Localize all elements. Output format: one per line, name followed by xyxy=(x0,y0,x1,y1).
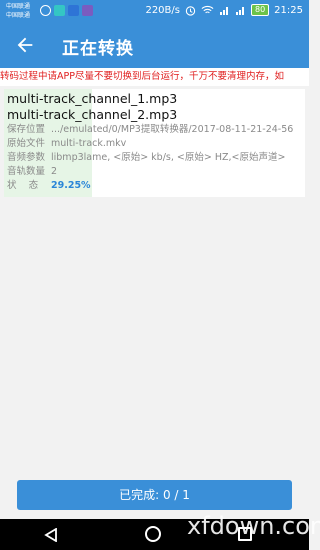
battery-icon: 80 xyxy=(250,4,270,16)
page-title: 正在转换 xyxy=(62,39,134,59)
notification-icons xyxy=(40,5,93,16)
audio-params-row: 音频参数 libmp3lame, <原始> kb/s, <原始> HZ,<原始声… xyxy=(4,151,305,165)
track-count-value: 2 xyxy=(51,166,58,177)
track-count-label: 音轨数量 xyxy=(7,166,46,177)
status-value: 29.25% xyxy=(51,180,91,191)
signal-icon-2 xyxy=(235,7,244,15)
audio-params-value: libmp3lame, <原始> kb/s, <原始> HZ,<原始声道> xyxy=(51,152,286,163)
carrier-labels: 中国联通 中国联通 xyxy=(6,2,30,20)
save-location-row: 保存位置 .../emulated/0/MP3提取转换器/2017-08-11-… xyxy=(4,123,305,137)
app-notification-icon xyxy=(54,5,65,16)
track-count-row: 音轨数量 2 xyxy=(4,165,305,179)
video-app-icon xyxy=(68,5,79,16)
nav-home-icon[interactable] xyxy=(145,526,161,542)
network-speed: 220B/s xyxy=(145,4,180,16)
output-file-2: multi-track_channel_2.mp3 xyxy=(7,107,178,122)
back-arrow-icon[interactable] xyxy=(14,34,36,56)
status-label: 状 态 xyxy=(7,180,39,191)
status-bar: 中国联通 中国联通 220B/s 80 21:25 xyxy=(0,0,309,22)
save-location-value: .../emulated/0/MP3提取转换器/2017-08-11-21-24… xyxy=(51,124,294,135)
carrier-1: 中国联通 xyxy=(6,3,31,10)
output-file-1: multi-track_channel_1.mp3 xyxy=(7,91,178,106)
media-app-icon xyxy=(82,5,93,16)
watermark-logo: xfdown.com xyxy=(187,512,320,540)
status-right: 220B/s 80 21:25 xyxy=(145,4,303,16)
status-row: 状 态 29.25% xyxy=(4,179,305,193)
source-file-row: 原始文件 multi-track.mkv xyxy=(4,137,305,151)
clock: 21:25 xyxy=(274,4,303,16)
signal-icon xyxy=(219,7,228,15)
nav-back-icon[interactable] xyxy=(44,528,58,542)
source-file-label: 原始文件 xyxy=(7,138,46,149)
notification-icon xyxy=(40,5,51,16)
warning-banner: 转码过程中请APP尽量不要切换到后台运行，千万不要清理内存，如 xyxy=(0,68,309,86)
completed-button[interactable]: 已完成: 0 / 1 xyxy=(17,480,292,510)
wifi-icon xyxy=(201,5,214,14)
app-toolbar: 正在转换 xyxy=(0,22,309,68)
carrier-2: 中国联通 xyxy=(6,12,31,19)
source-file-value: multi-track.mkv xyxy=(51,138,127,149)
conversion-task-card[interactable]: multi-track_channel_1.mp3 multi-track_ch… xyxy=(4,89,305,197)
save-location-label: 保存位置 xyxy=(7,124,46,135)
audio-params-label: 音频参数 xyxy=(7,152,46,163)
alarm-icon xyxy=(185,5,196,16)
